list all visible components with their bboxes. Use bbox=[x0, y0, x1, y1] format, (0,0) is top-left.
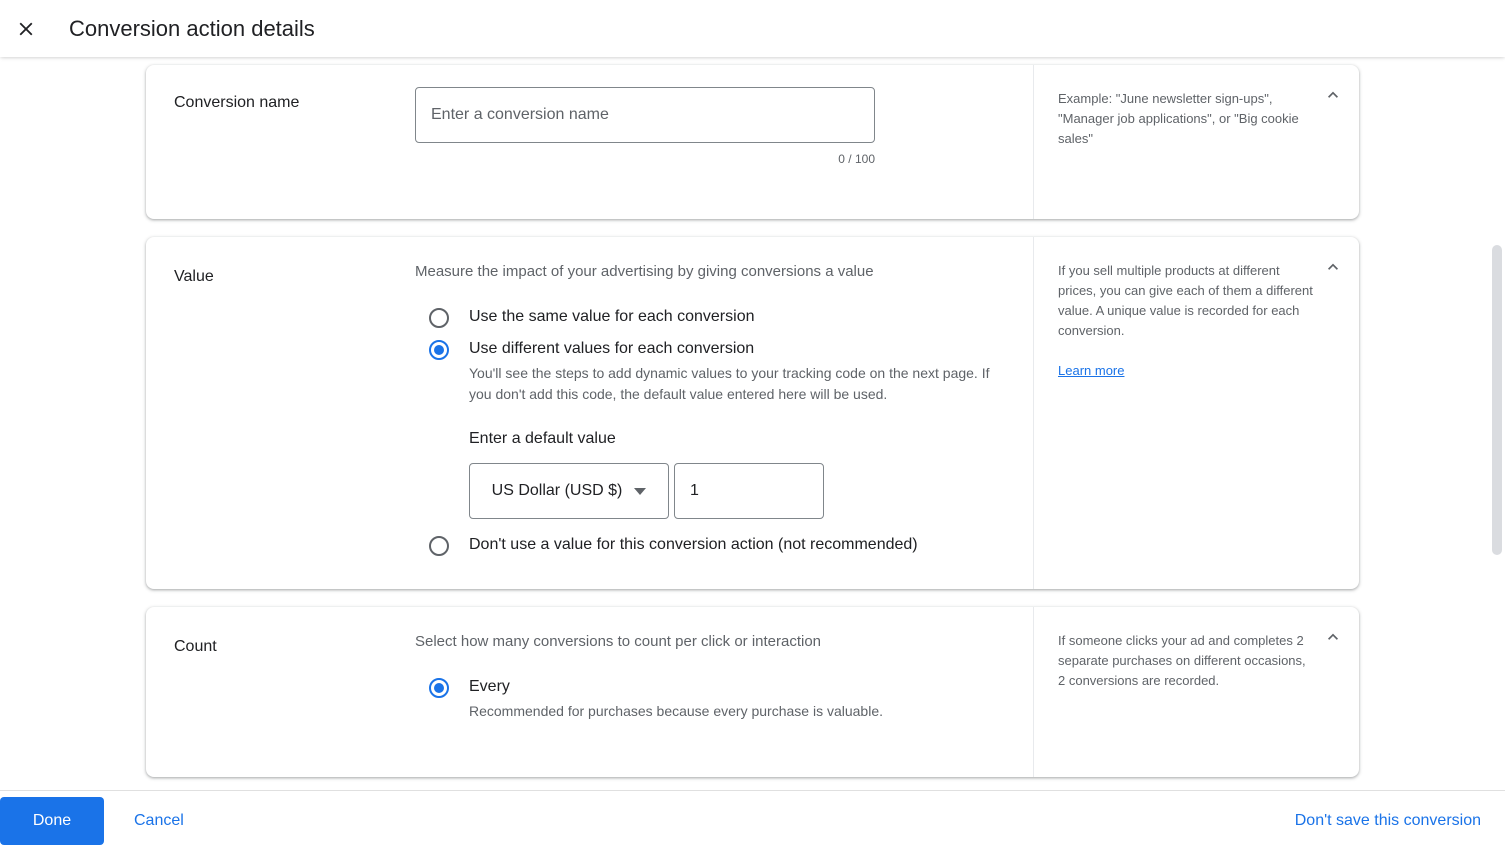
value-learn-more-link[interactable]: Learn more bbox=[1058, 361, 1124, 381]
conversion-name-help-text: Example: "June newsletter sign-ups", "Ma… bbox=[1058, 91, 1299, 146]
radio-icon-every bbox=[429, 678, 449, 698]
conversion-name-label: Conversion name bbox=[174, 94, 300, 111]
value-description: Measure the impact of your advertising b… bbox=[415, 263, 874, 280]
value-help-panel: If you sell multiple products at differe… bbox=[1033, 237, 1359, 589]
dialog-footer: Done Cancel Don't save this conversion bbox=[0, 790, 1505, 851]
default-value-block: Enter a default value US Dollar (USD $) bbox=[469, 427, 1009, 519]
card-count: Count Select how many conversions to cou… bbox=[146, 607, 1359, 777]
radio-icon-same-value bbox=[429, 308, 449, 328]
card-main-conversion-name: Conversion name 0 / 100 bbox=[146, 65, 1033, 219]
dialog-scroll-area: Conversion name 0 / 100 Example: "June n… bbox=[0, 57, 1505, 790]
card-main-value: Value Measure the impact of your adverti… bbox=[146, 237, 1033, 589]
default-value-label: Enter a default value bbox=[469, 430, 616, 447]
count-option-every-sub: Recommended for purchases because every … bbox=[469, 703, 884, 719]
count-option-every-label: Every bbox=[469, 678, 510, 695]
value-label: Value bbox=[174, 268, 214, 285]
conversion-name-char-counter: 0 / 100 bbox=[838, 152, 875, 166]
count-help-text: If someone clicks your ad and completes … bbox=[1058, 633, 1306, 688]
chevron-up-icon[interactable] bbox=[1315, 77, 1351, 113]
value-option-different-values[interactable]: Use different values for each conversion… bbox=[415, 337, 1009, 405]
chevron-up-icon[interactable] bbox=[1315, 619, 1351, 655]
count-label: Count bbox=[174, 638, 217, 655]
close-icon[interactable] bbox=[2, 5, 50, 53]
currency-select-value: US Dollar (USD $) bbox=[491, 482, 623, 499]
dont-save-conversion-button[interactable]: Don't save this conversion bbox=[1285, 801, 1491, 841]
caret-down-icon bbox=[634, 487, 647, 495]
value-body: Measure the impact of your advertising b… bbox=[415, 261, 1033, 565]
value-option-different-values-sub: You'll see the steps to add dynamic valu… bbox=[469, 365, 990, 402]
conversion-name-body: 0 / 100 bbox=[415, 87, 1033, 195]
card-main-count: Count Select how many conversions to cou… bbox=[146, 607, 1033, 777]
currency-select[interactable]: US Dollar (USD $) bbox=[469, 463, 669, 519]
dialog-content: Conversion name 0 / 100 Example: "June n… bbox=[0, 57, 1505, 777]
card-conversion-name: Conversion name 0 / 100 Example: "June n… bbox=[146, 65, 1359, 219]
vertical-scrollbar-thumb[interactable] bbox=[1492, 245, 1502, 555]
value-option-no-value[interactable]: Don't use a value for this conversion ac… bbox=[415, 533, 1009, 557]
dialog-header: Conversion action details bbox=[0, 0, 1505, 57]
card-value: Value Measure the impact of your adverti… bbox=[146, 237, 1359, 589]
cancel-button[interactable]: Cancel bbox=[124, 801, 194, 841]
page-title: Conversion action details bbox=[69, 15, 315, 41]
chevron-up-icon[interactable] bbox=[1315, 249, 1351, 285]
value-option-same-value[interactable]: Use the same value for each conversion bbox=[415, 305, 1009, 329]
conversion-name-input[interactable] bbox=[415, 87, 875, 143]
value-help-text: If you sell multiple products at differe… bbox=[1058, 263, 1313, 338]
vertical-scrollbar-track[interactable] bbox=[1490, 57, 1505, 790]
value-option-no-value-label: Don't use a value for this conversion ac… bbox=[469, 536, 918, 553]
value-option-same-value-label: Use the same value for each conversion bbox=[469, 308, 755, 325]
radio-icon-no-value bbox=[429, 536, 449, 556]
value-option-different-values-label: Use different values for each conversion bbox=[469, 340, 755, 357]
default-value-inputs: US Dollar (USD $) bbox=[469, 463, 1009, 519]
radio-icon-different-values bbox=[429, 340, 449, 360]
count-help-panel: If someone clicks your ad and completes … bbox=[1033, 607, 1359, 777]
default-value-amount-input[interactable] bbox=[674, 463, 824, 519]
done-button[interactable]: Done bbox=[0, 797, 104, 845]
conversion-action-details-dialog: Conversion action details Conversion nam… bbox=[0, 0, 1505, 851]
count-option-every[interactable]: Every Recommended for purchases because … bbox=[415, 675, 1009, 722]
conversion-name-help-panel: Example: "June newsletter sign-ups", "Ma… bbox=[1033, 65, 1359, 219]
count-description: Select how many conversions to count per… bbox=[415, 633, 822, 650]
count-body: Select how many conversions to count per… bbox=[415, 631, 1033, 753]
